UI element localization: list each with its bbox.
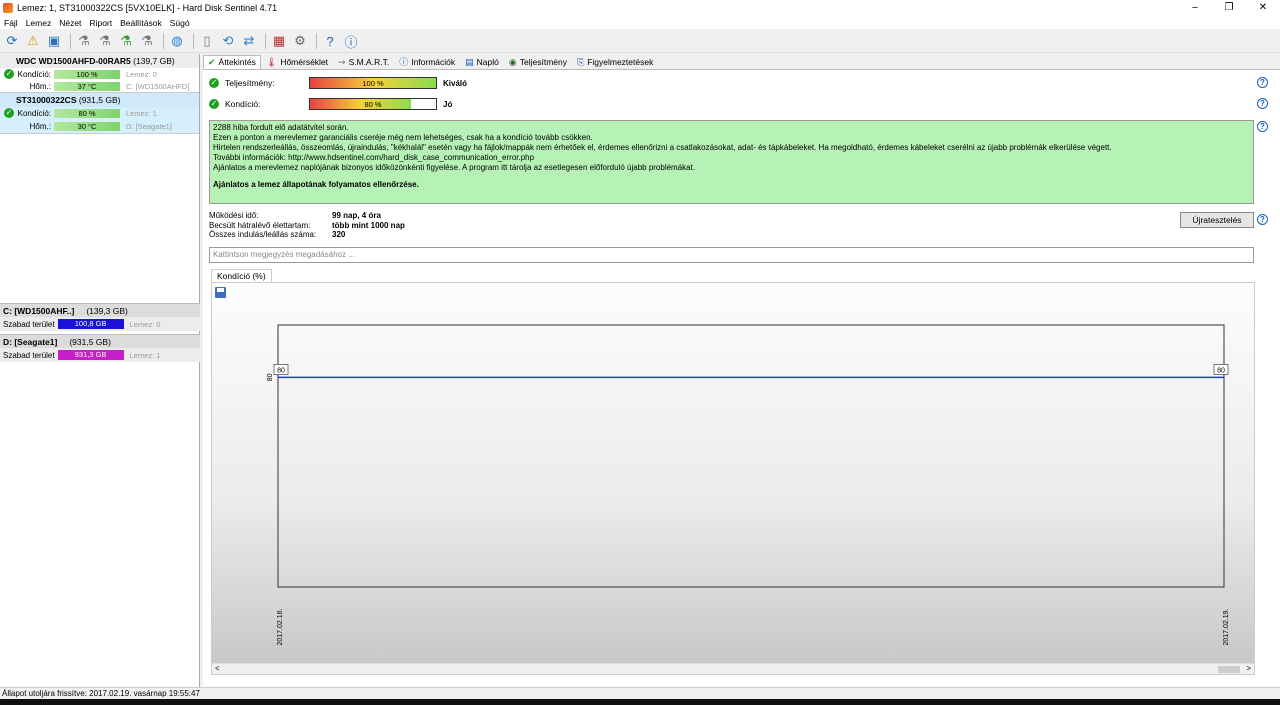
disk-header: ST31000322CS (931,5 GB) — [0, 93, 199, 107]
log-icon: ▤ — [465, 56, 474, 67]
test-icon-3[interactable]: ⚗ — [117, 32, 135, 50]
partition-list: C: [WD1500AHF..] (139,3 GB) Szabad terüle… — [0, 303, 200, 362]
help-icon[interactable]: ? — [1257, 98, 1268, 109]
alerts-icon: ⎘ — [577, 56, 585, 67]
disk-header: WDC WD1500AHFD-00RAR5 (139,7 GB) — [0, 54, 199, 68]
globe-icon[interactable]: ◍ — [168, 32, 186, 50]
scroll-right-icon[interactable]: > — [1246, 664, 1251, 674]
title-bar: Lemez: 1, ST31000322CS [5VX10ELK] - Hard… — [0, 0, 1280, 16]
settings-icon[interactable]: ⚙ — [291, 32, 309, 50]
disk-list-panel: WDC WD1500AHFD-00RAR5 (139,7 GB) ✓ Kondí… — [0, 54, 200, 687]
menu-help[interactable]: Súgó — [170, 18, 190, 28]
tab-health-chart[interactable]: Kondíció (%) — [211, 269, 272, 282]
maximize-button[interactable]: ❐ — [1212, 0, 1246, 16]
menu-file[interactable]: Fájl — [4, 18, 18, 28]
ok-check-icon: ✓ — [4, 108, 14, 118]
menu-bar: Fájl Lemez Nézet Riport Beállítások Súgó — [0, 16, 1280, 29]
menu-view[interactable]: Nézet — [59, 18, 81, 28]
app-icon — [3, 3, 13, 13]
health-chart-frame: 80 2017.02.16. 80 2017.02.19. 80 < > — [211, 282, 1255, 675]
performance-bar: 100 % — [309, 77, 437, 89]
refresh-icon[interactable]: ⟳ — [3, 32, 21, 50]
health-chart: 80 2017.02.16. 80 2017.02.19. 80 — [267, 324, 1230, 645]
monitor-icon[interactable]: ▦ — [270, 32, 288, 50]
chart-scrollbar[interactable]: < > — [212, 663, 1254, 674]
temperature-bar: 30 °C — [54, 121, 120, 131]
data-label: 80 — [1217, 367, 1225, 374]
scroll-left-icon[interactable]: < — [215, 664, 220, 674]
scroll-thumb[interactable] — [1218, 666, 1240, 673]
test-icon-2[interactable]: ⚗ — [96, 32, 114, 50]
disk-warning-icon[interactable]: ⚠ — [24, 32, 42, 50]
note-input[interactable]: Kattintson megjegyzés megadásához ... — [209, 247, 1254, 263]
taskbar — [0, 699, 1280, 705]
tab-smart[interactable]: ⇝ S.M.A.R.T. — [333, 55, 394, 69]
toolbar: ⟳ ⚠ ▣ ⚗ ⚗ ⚗ ⚗ ◍ ▯ ⟲ ⇄ ▦ ⚙ ? ⓘ — [0, 30, 1280, 53]
health-bar: 100 % — [54, 69, 120, 79]
performance-row: ✓ Teljesítmény: 100 % Kiváló — [209, 77, 468, 89]
help-icon[interactable]: ? — [321, 32, 339, 50]
info-icon[interactable]: ⓘ — [342, 32, 360, 50]
close-button[interactable]: ✕ — [1246, 0, 1280, 16]
tab-temperature[interactable]: 🌡 Hőmérséklet — [261, 55, 333, 69]
performance-rating: Kiváló — [443, 78, 468, 88]
thermometer-icon: 🌡 — [265, 56, 278, 67]
menu-report[interactable]: Riport — [89, 18, 112, 28]
tab-log[interactable]: ▤ Napló — [460, 55, 504, 69]
menu-settings[interactable]: Beállítások — [120, 18, 162, 28]
partition-item-d[interactable]: D: [Seagate1] (931,5 GB) Szabad terület 9… — [0, 334, 200, 362]
tab-alerts[interactable]: ⎘ Figyelmeztetések — [572, 55, 658, 69]
data-label: 80 — [277, 367, 285, 374]
tab-overview[interactable]: ✔ Áttekintés — [203, 55, 261, 69]
help-icon[interactable]: ? — [1257, 121, 1268, 132]
health-bar: 80 % — [54, 108, 120, 118]
retest-button[interactable]: Újratesztelés — [1180, 212, 1254, 228]
test-icon-4[interactable]: ⚗ — [138, 32, 156, 50]
free-space-bar: 931,3 GB — [57, 350, 124, 360]
y-axis-label: 80 — [267, 373, 274, 381]
ok-check-icon: ✓ — [209, 99, 219, 109]
performance-icon: ◉ — [508, 56, 517, 67]
ok-check-icon: ✓ — [209, 78, 219, 88]
ok-check-icon: ✓ — [4, 69, 14, 79]
check-icon: ✔ — [208, 57, 216, 67]
x-tick-label: 2017.02.19. — [1223, 608, 1230, 645]
health-row: ✓ Kondíció: 80 % Jó — [209, 98, 453, 110]
sync-icon[interactable]: ⇄ — [240, 32, 258, 50]
health-rating: Jó — [443, 99, 453, 109]
x-tick-label: 2017.02.16. — [277, 608, 284, 645]
health-bar: 80 % — [309, 98, 437, 110]
status-message-box: 2288 hiba fordult elő adatátvitel során.… — [209, 120, 1254, 204]
help-icon[interactable]: ? — [1257, 214, 1268, 225]
disk-item-0[interactable]: WDC WD1500AHFD-00RAR5 (139,7 GB) ✓ Kondí… — [0, 54, 199, 93]
overview-panel: ✓ Teljesítmény: 100 % Kiváló ? ✓ Kondíci… — [203, 69, 1280, 687]
window-title: Lemez: 1, ST31000322CS [5VX10ELK] - Hard… — [17, 3, 278, 13]
tab-performance[interactable]: ◉ Teljesítmény — [504, 55, 572, 69]
status-bar: Állapot utoljára frissítve: 2017.02.19. … — [0, 687, 1280, 699]
disk-item-1[interactable]: ST31000322CS (931,5 GB) ✓ Kondíció: 80 %… — [0, 93, 199, 134]
backup-icon[interactable]: ⟲ — [219, 32, 237, 50]
help-icon[interactable]: ? — [1257, 77, 1268, 88]
test-icon-1[interactable]: ⚗ — [75, 32, 93, 50]
report-icon[interactable]: ▣ — [45, 32, 63, 50]
tab-bar: ✔ Áttekintés 🌡 Hőmérséklet ⇝ S.M.A.R.T. ⓘ In… — [203, 55, 658, 69]
free-space-bar: 100,8 GB — [57, 319, 124, 329]
temperature-bar: 37 °C — [54, 81, 120, 91]
disk-info: Működési idő: 99 nap, 4 óra Becsült hátra… — [209, 211, 405, 239]
menu-disk[interactable]: Lemez — [26, 18, 52, 28]
info-icon: ⓘ — [399, 56, 409, 67]
plot-area — [277, 324, 1225, 588]
tab-information[interactable]: ⓘ Információk — [394, 55, 460, 69]
minimize-button[interactable]: – — [1178, 0, 1212, 16]
partition-item-c[interactable]: C: [WD1500AHF..] (139,3 GB) Szabad terüle… — [0, 303, 200, 331]
smart-icon: ⇝ — [338, 56, 346, 67]
document-icon[interactable]: ▯ — [198, 32, 216, 50]
